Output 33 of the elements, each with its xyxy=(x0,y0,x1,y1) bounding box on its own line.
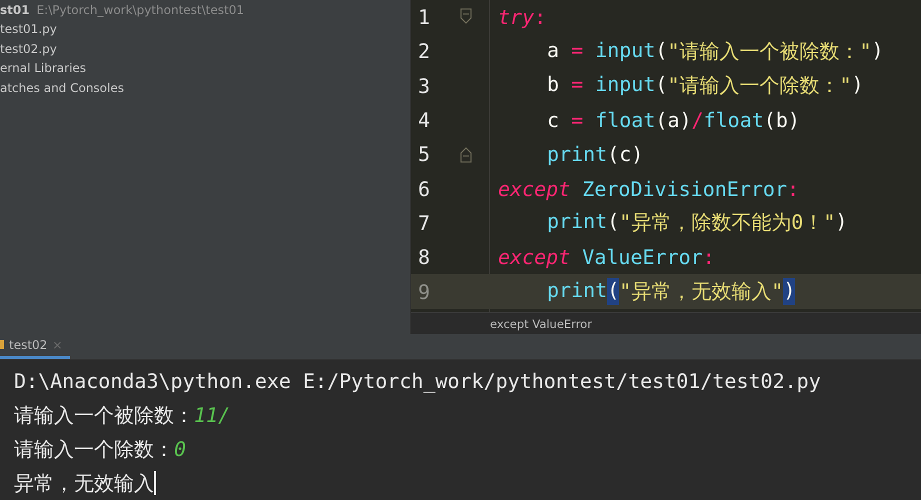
code-line: c = float(a)/float(b) xyxy=(546,108,800,132)
code-line: except ZeroDivisionError: xyxy=(497,176,800,201)
code-line: print(c) xyxy=(546,142,644,166)
project-path: E:\Pytorch_work\pythontest\test01 xyxy=(36,2,244,17)
text-cursor xyxy=(154,471,156,495)
breadcrumb[interactable]: except ValueError xyxy=(490,316,592,330)
console-line: D:\Anaconda3\python.exe E:/Pytorch_work/pythontest/test01/test02.py xyxy=(14,369,821,393)
line-number: 5 xyxy=(417,142,432,166)
line-number: 9 xyxy=(417,280,432,304)
input-text: 0 xyxy=(174,437,186,461)
code-line: except ValueError: xyxy=(497,245,715,270)
code-line: try: xyxy=(497,5,546,30)
tree-item[interactable]: test02.py xyxy=(0,42,57,56)
tree-item[interactable]: test01.py xyxy=(0,22,57,36)
line-number: 6 xyxy=(417,176,432,201)
run-config-icon xyxy=(0,340,4,349)
line-number: 3 xyxy=(417,74,432,98)
line-number: 2 xyxy=(417,39,432,64)
input-text: 11/ xyxy=(194,403,230,427)
console-line: 请输入一个被除数： xyxy=(14,402,194,428)
console-line: 请输入一个除数： xyxy=(14,436,174,462)
line-number: 1 xyxy=(417,5,432,30)
tree-item[interactable]: st01 xyxy=(0,2,30,17)
code-line: print("异常，除数不能为0！") xyxy=(546,209,848,236)
line-number: 8 xyxy=(417,245,432,270)
tree-item[interactable]: ernal Libraries xyxy=(0,61,86,76)
code-line: b = input("请输入一个除数：") xyxy=(546,72,864,100)
console-line: 异常，无效输入 xyxy=(14,470,154,496)
line-number: 4 xyxy=(417,108,432,132)
code-line: a = input("请输入一个被除数：") xyxy=(546,38,884,65)
code-line: print("异常，无效输入") xyxy=(546,278,796,306)
tree-item[interactable]: atches and Consoles xyxy=(0,80,124,95)
line-number: 7 xyxy=(417,210,432,235)
